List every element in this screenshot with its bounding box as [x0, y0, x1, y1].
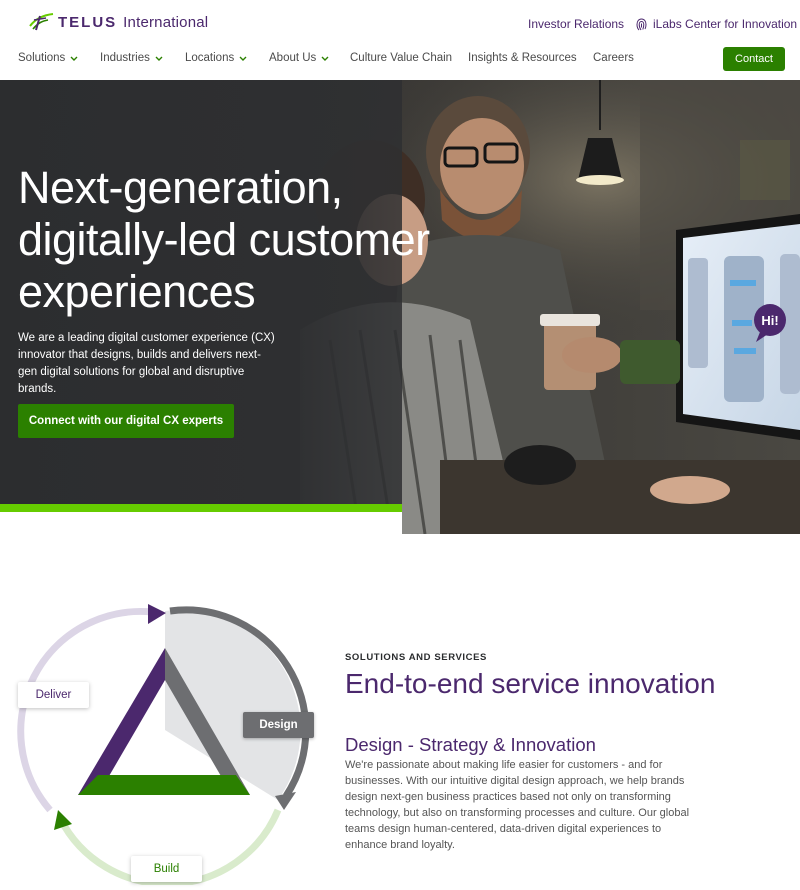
- nav-item-careers[interactable]: Careers: [593, 52, 634, 64]
- nav-item-locations[interactable]: Locations: [185, 52, 247, 64]
- ilabs-link-label: iLabs Center for Innovation: [653, 17, 798, 31]
- solutions-subtitle: Design - Strategy & Innovation: [345, 734, 596, 755]
- investor-relations-link[interactable]: Investor Relations: [528, 17, 624, 31]
- solutions-body: We're passionate about making life easie…: [345, 759, 690, 851]
- nav-item-culture-value-chain[interactable]: Culture Value Chain: [350, 52, 452, 64]
- hero-section: Hi! Next-generation, digitally-led custo…: [0, 80, 800, 534]
- nav-item-label: Locations: [185, 52, 235, 64]
- hero-bottom-divider: [0, 512, 402, 534]
- nav-item-about-us[interactable]: About Us: [269, 52, 329, 64]
- cycle-graphic: [17, 604, 310, 888]
- nav-item-industries[interactable]: Industries: [100, 52, 163, 64]
- chevron-down-icon: [155, 56, 163, 61]
- hero-title: Next-generation, digitally-led customer …: [18, 162, 448, 318]
- nav-item-solutions[interactable]: Solutions: [18, 52, 78, 64]
- deliver-tab[interactable]: Deliver: [18, 682, 89, 708]
- chevron-down-icon: [321, 56, 329, 61]
- hero-accent-bar: [0, 504, 402, 512]
- design-tab[interactable]: Design: [243, 712, 314, 738]
- triangle-build-side: [78, 775, 250, 795]
- service-cycle-diagram: Deliver Design Build: [0, 600, 330, 888]
- hi-bubble-text: Hi!: [761, 313, 778, 328]
- hero-subtitle: We are a leading digital customer experi…: [18, 332, 275, 395]
- chevron-down-icon: [70, 56, 78, 61]
- nav-item-label: Insights & Resources: [468, 52, 577, 64]
- build-arrowhead-icon: [54, 810, 72, 830]
- solutions-title: End-to-end service innovation: [345, 668, 716, 699]
- logo-brand-text: TELUS: [58, 13, 118, 31]
- telus-logo-icon: [29, 13, 54, 31]
- contact-button[interactable]: Contact: [723, 47, 785, 71]
- deliver-arrowhead-icon: [148, 604, 166, 624]
- nav-item-label: Culture Value Chain: [350, 52, 453, 64]
- triangle-deliver-side: [78, 648, 165, 795]
- hero-title-line: experiences: [18, 266, 256, 317]
- solutions-eyebrow: SOLUTIONS AND SERVICES: [345, 652, 487, 663]
- build-tab[interactable]: Build: [131, 856, 202, 882]
- ilabs-link[interactable]: iLabs Center for Innovation: [636, 17, 797, 31]
- main-nav: Solutions Industries Locations About Us …: [0, 46, 800, 80]
- connect-cx-experts-button[interactable]: Connect with our digital CX experts: [18, 404, 234, 438]
- top-bar: TELUS International Investor Relations i…: [0, 0, 800, 46]
- chevron-down-icon: [239, 56, 247, 61]
- telus-international-logo[interactable]: TELUS International: [28, 12, 208, 32]
- nav-item-label: Industries: [100, 52, 150, 64]
- logo-suffix-text: International: [123, 13, 209, 31]
- nav-item-label: About Us: [269, 52, 317, 64]
- nav-item-label: Careers: [593, 52, 634, 64]
- fingerprint-icon: [636, 18, 647, 30]
- hero-title-line: Next-generation,: [18, 162, 343, 213]
- hero-title-line: digitally-led customer: [18, 214, 430, 265]
- nav-item-label: Solutions: [18, 52, 66, 64]
- nav-item-insights-resources[interactable]: Insights & Resources: [468, 52, 577, 64]
